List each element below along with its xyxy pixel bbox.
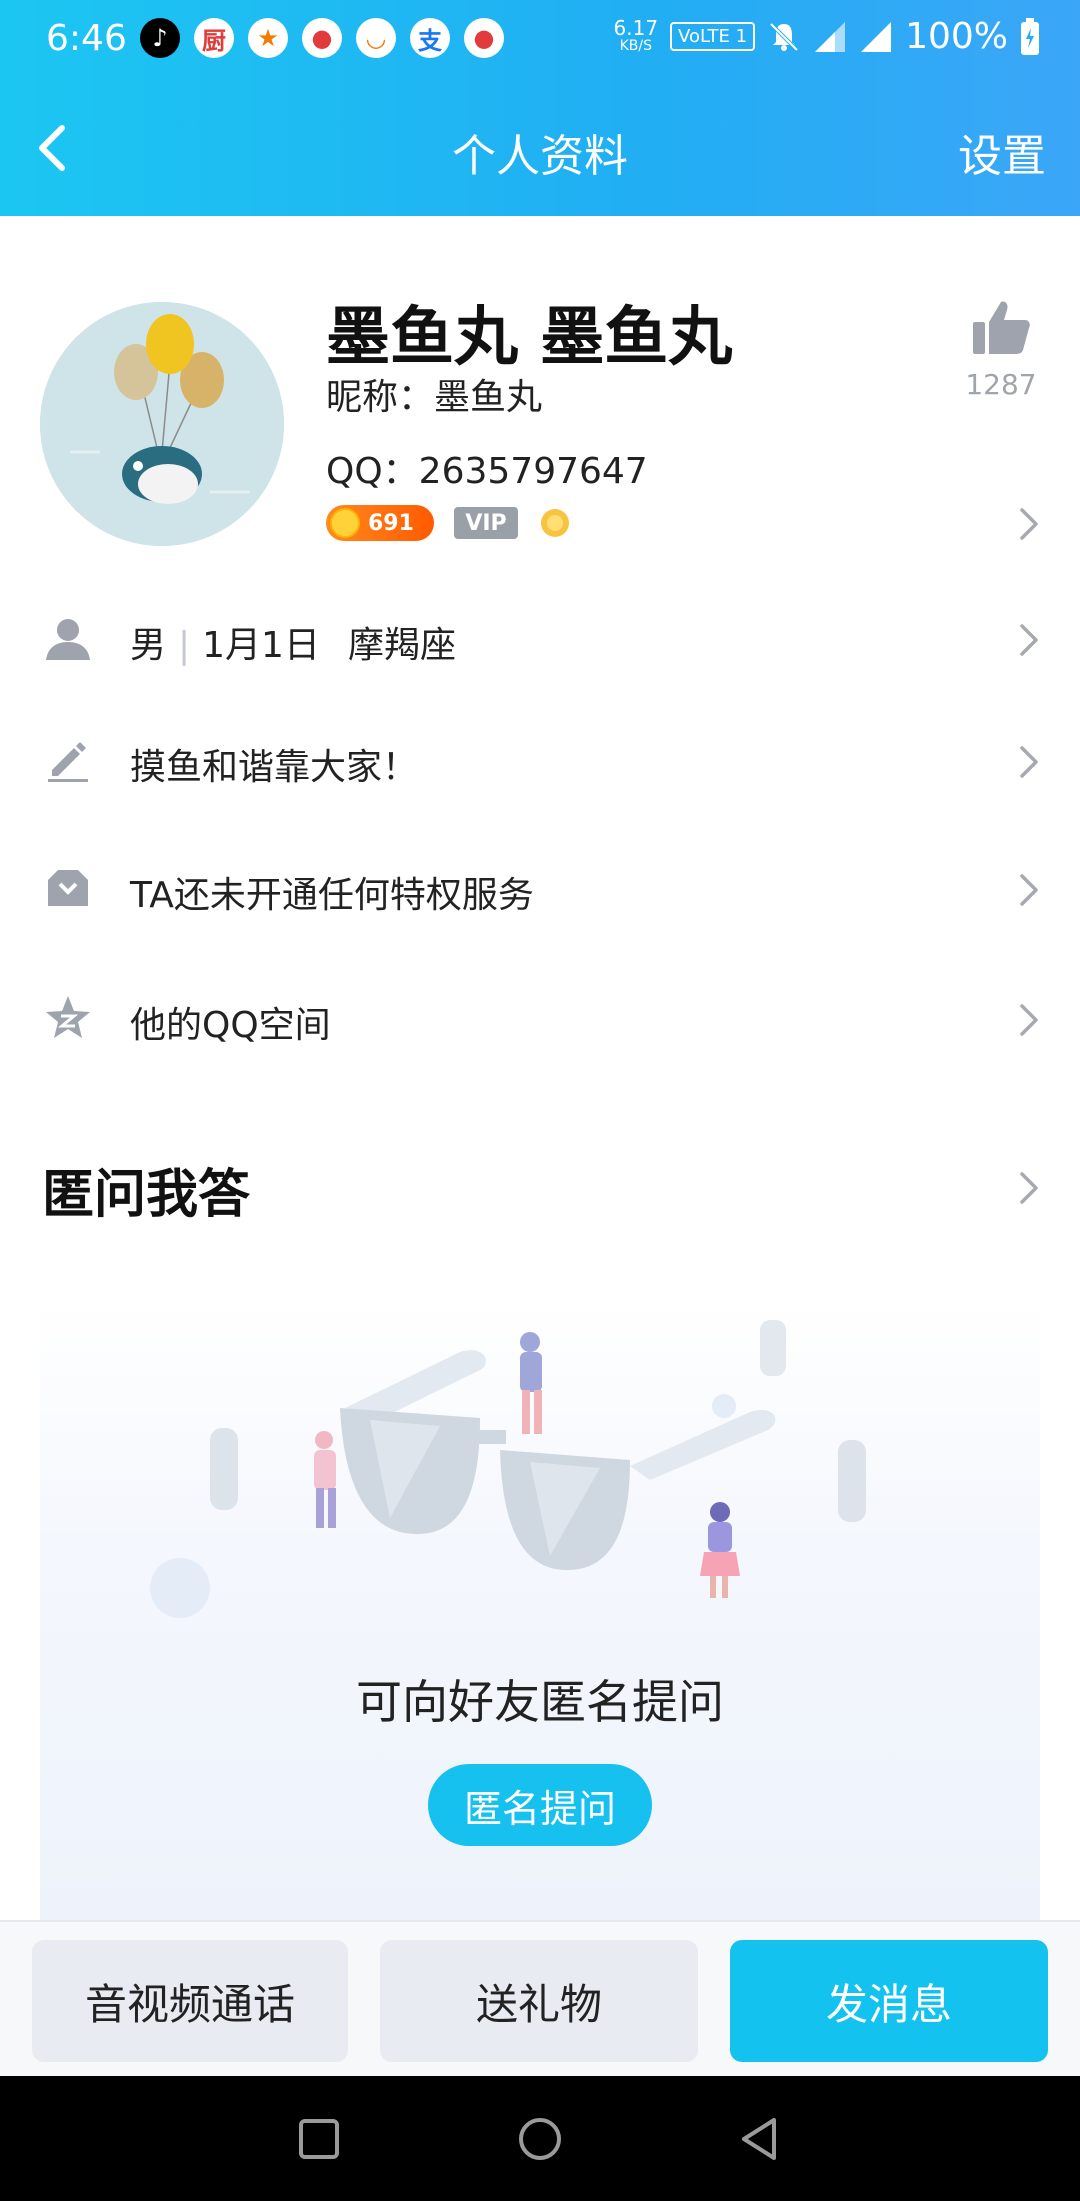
chevron-right-icon: [1020, 624, 1038, 656]
coin-badge: 691: [326, 505, 434, 541]
home-circle-icon[interactable]: [515, 2114, 565, 2164]
send-message-button[interactable]: 发消息: [730, 1940, 1048, 2062]
glasses-illustration: [150, 1320, 866, 1618]
status-time: 6:46: [46, 18, 127, 59]
qa-section-title[interactable]: 匿问我答: [42, 1152, 250, 1227]
status-bar: 6:46 ♪ 厨 ★ ● ◡ 支 ● 6.17 KB/S VoLTE 1 100…: [0, 0, 1080, 80]
zodiac-value: 摩羯座: [347, 625, 456, 666]
tiktok-icon: ♪: [140, 18, 180, 58]
privilege-text: TA还未开通任何特权服务: [130, 875, 534, 916]
like-count: 1287: [965, 368, 1037, 401]
qa-card: 可向好友匿名提问 匿名提问: [40, 1300, 1040, 1920]
signal-icon: [861, 21, 892, 52]
nav-bar: 个人资料 设置: [0, 88, 1080, 208]
battery-icon: [1021, 17, 1039, 55]
recents-square-icon[interactable]: [294, 2114, 344, 2164]
settings-button[interactable]: 设置: [958, 120, 1046, 184]
thumbs-up-icon: [973, 301, 1030, 354]
avatar-image: [40, 302, 284, 546]
bottom-action-bar: 音视频通话 送礼物 发消息: [0, 1920, 1080, 2076]
coin-icon: [330, 508, 360, 538]
row-privilege[interactable]: TA还未开通任何特权服务: [0, 834, 1080, 944]
qzone-star-icon: [46, 996, 90, 1038]
chevron-right-icon: [1020, 746, 1038, 778]
person-icon: [46, 619, 90, 660]
mute-bell-icon: [769, 22, 799, 51]
status-right: 6.17 KB/S VoLTE 1 100%: [614, 16, 1040, 57]
xiachufang-icon: 厨: [194, 18, 234, 58]
battery-level: 100%: [905, 16, 1008, 57]
volte-badge: VoLTE 1: [670, 22, 756, 51]
anonymous-ask-button[interactable]: 匿名提问: [428, 1764, 652, 1846]
chevron-right-icon: [1020, 874, 1038, 906]
back-triangle-icon[interactable]: [736, 2114, 786, 2164]
pencil-icon: [48, 742, 88, 782]
profile-display-name: 墨鱼丸 墨鱼丸: [326, 301, 733, 375]
avatar[interactable]: [40, 302, 284, 546]
video-call-button[interactable]: 音视频通话: [32, 1940, 348, 2062]
coin-count: 691: [368, 510, 414, 536]
badge-row[interactable]: 691 VIP: [326, 505, 572, 541]
notification-icons: ♪ 厨 ★ ● ◡ 支 ●: [140, 18, 504, 58]
chevron-right-icon: [1020, 1004, 1038, 1036]
profile-qq-number: QQ：2635797647: [326, 451, 648, 492]
alipay-icon: 支: [410, 18, 450, 58]
like-button[interactable]: 1287: [956, 296, 1046, 401]
row-basic-info[interactable]: 男 | 1月1日 摩羯座: [0, 584, 1080, 694]
kuaishou-icon-2: ●: [464, 18, 504, 58]
qzone-text: 他的QQ空间: [130, 1005, 331, 1046]
profile-nickname: 昵称：墨鱼丸: [326, 377, 543, 418]
kuaishou-icon: ●: [302, 18, 342, 58]
speed-value: 6.17: [613, 15, 659, 40]
basic-info-text: 男 | 1月1日 摩羯座: [130, 616, 456, 668]
page-title: 个人资料: [452, 131, 628, 182]
chevron-right-icon[interactable]: [1016, 504, 1040, 544]
game-app-icon: ★: [248, 18, 288, 58]
taobao-icon: ◡: [356, 18, 396, 58]
signature-text: 摸鱼和谐靠大家！: [130, 747, 419, 788]
birthday-value: 1月1日: [202, 625, 320, 666]
system-nav-bar: [0, 2076, 1080, 2201]
sun-level-icon: [541, 509, 569, 537]
network-speed: 6.17 KB/S: [613, 15, 659, 55]
row-qzone[interactable]: 他的QQ空间: [0, 964, 1080, 1074]
signal-4g-icon: [815, 21, 846, 52]
row-signature[interactable]: 摸鱼和谐靠大家！: [0, 706, 1080, 816]
crown-shop-icon: [48, 870, 88, 906]
qa-prompt: 可向好友匿名提问: [356, 1675, 724, 1729]
send-gift-button[interactable]: 送礼物: [380, 1940, 698, 2062]
separator: |: [178, 625, 191, 666]
gender-value: 男: [130, 625, 167, 666]
chevron-right-icon[interactable]: [1016, 1168, 1040, 1208]
speed-unit: KB/S: [619, 37, 652, 54]
vip-badge: VIP: [454, 507, 518, 539]
